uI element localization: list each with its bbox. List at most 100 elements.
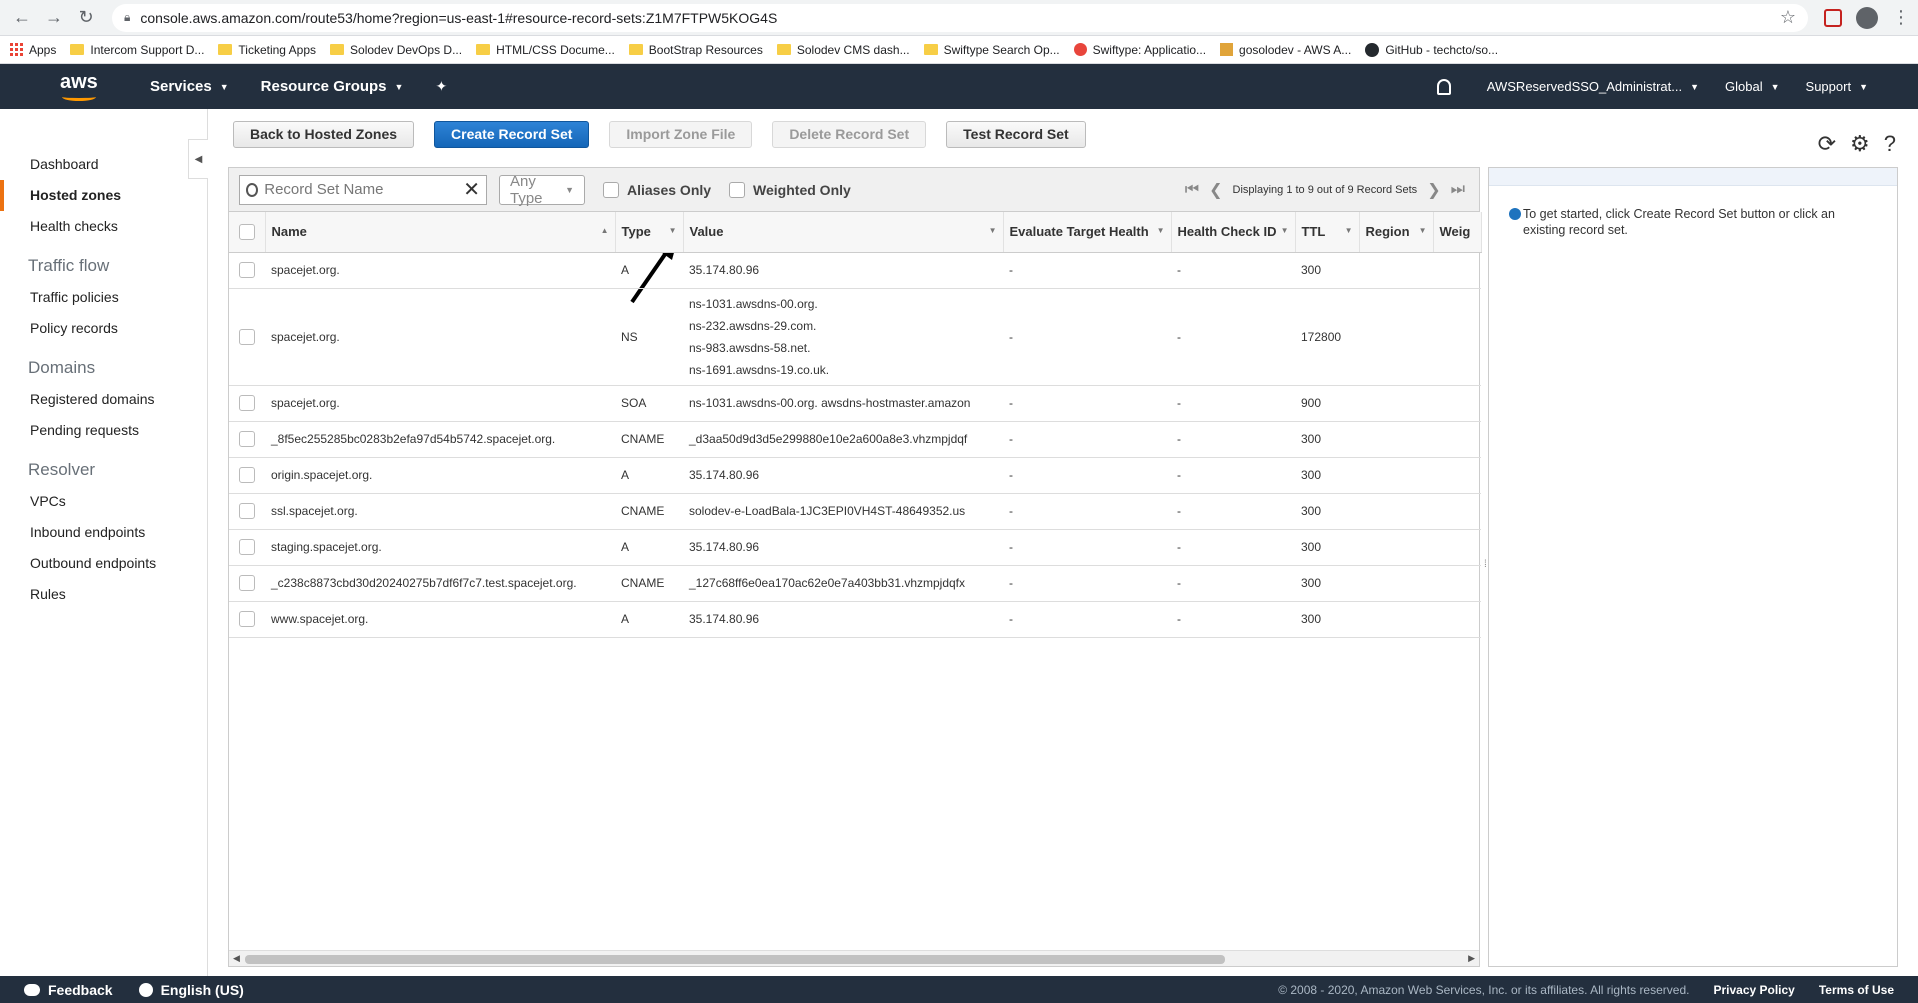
sidebar-item-dashboard[interactable]: Dashboard <box>0 149 207 180</box>
table-row[interactable]: _8f5ec255285bc0283b2efa97d54b5742.spacej… <box>229 421 1481 458</box>
bell-icon[interactable] <box>1436 78 1451 95</box>
sidebar-item-inbound-endpoints[interactable]: Inbound endpoints <box>0 517 207 548</box>
support-menu[interactable]: Support ▼ <box>1806 79 1868 94</box>
type-filter-select[interactable]: Any Type ▼ <box>499 173 585 207</box>
table-row[interactable]: _c238c8873cbd30d20240275b7df6f7c7.test.s… <box>229 565 1481 602</box>
table-row[interactable]: spacejet.org. NS ns-1031.awsdns-00.org. … <box>229 288 1481 386</box>
aws-logo[interactable]: aws <box>58 71 118 103</box>
column-header-weight[interactable]: Weig <box>1433 212 1482 253</box>
sidebar-item-vpcs[interactable]: VPCs <box>0 486 207 517</box>
column-header-health-check-id[interactable]: Health Check ID ▼ <box>1171 212 1296 253</box>
bookmark-item[interactable]: Ticketing Apps <box>218 43 316 57</box>
forward-arrow-icon[interactable]: → <box>40 4 68 32</box>
close-icon[interactable]: ✕ <box>463 177 480 202</box>
sidebar-item-hosted-zones[interactable]: Hosted zones <box>0 180 207 211</box>
aliases-only-checkbox[interactable]: Aliases Only <box>603 181 711 198</box>
address-bar[interactable]: 🔒︎ console.aws.amazon.com/route53/home?r… <box>112 3 1808 32</box>
sidebar-item-registered-domains[interactable]: Registered domains <box>0 384 207 415</box>
record-health-check-id: - <box>1171 252 1295 289</box>
checkbox[interactable] <box>239 395 255 411</box>
record-weight <box>1433 421 1481 458</box>
bookmark-item[interactable]: GitHub - techcto/so... <box>1365 42 1498 57</box>
account-menu[interactable]: AWSReservedSSO_Administrat... ▼ <box>1487 79 1699 94</box>
column-header-value[interactable]: Value ▼ <box>683 212 1004 253</box>
caret-down-icon: ▼ <box>1156 226 1165 236</box>
back-arrow-icon[interactable]: ← <box>8 4 36 32</box>
checkbox[interactable] <box>239 539 255 555</box>
checkbox[interactable] <box>603 181 619 198</box>
checkbox[interactable] <box>239 467 255 483</box>
feedback-link[interactable]: Feedback <box>24 982 113 998</box>
collapse-sidebar-icon[interactable]: ◀ <box>188 139 208 179</box>
bookmark-item[interactable]: Intercom Support D... <box>70 43 204 57</box>
column-header-evaluate-target-health[interactable]: Evaluate Target Health ▼ <box>1003 212 1172 253</box>
bookmark-item[interactable]: Swiftype: Applicatio... <box>1073 43 1206 57</box>
table-row[interactable]: origin.spacejet.org. A 35.174.80.96 - - … <box>229 457 1481 494</box>
table-row[interactable]: spacejet.org. SOA ns-1031.awsdns-00.org.… <box>229 385 1481 422</box>
delete-record-set-button[interactable]: Delete Record Set <box>772 120 927 148</box>
import-zone-file-button[interactable]: Import Zone File <box>609 120 753 148</box>
column-header-region[interactable]: Region ▼ <box>1359 212 1434 253</box>
first-page-icon[interactable]: ⏮ <box>1185 181 1199 199</box>
column-header-type[interactable]: Type ▼ <box>615 212 684 253</box>
column-header-name[interactable]: Name ▲ <box>265 212 616 253</box>
record-set-name-input[interactable] <box>264 181 464 198</box>
prev-page-icon[interactable]: ❮ <box>1209 180 1222 200</box>
record-weight <box>1433 493 1481 530</box>
sidebar-item-traffic-policies[interactable]: Traffic policies <box>0 282 207 313</box>
region-menu[interactable]: Global ▼ <box>1725 79 1780 94</box>
weighted-only-checkbox[interactable]: Weighted Only <box>729 181 851 198</box>
bookmark-star-icon[interactable]: ☆ <box>1780 7 1796 28</box>
sidebar-item-rules[interactable]: Rules <box>0 579 207 610</box>
last-page-icon[interactable]: ⏭ <box>1451 181 1465 199</box>
table-row[interactable]: spacejet.org. A 35.174.80.96 - - 300 <box>229 252 1481 289</box>
back-to-hosted-zones-button[interactable]: Back to Hosted Zones <box>233 120 415 148</box>
refresh-icon[interactable]: ⟳ <box>1818 131 1836 157</box>
checkbox[interactable] <box>239 262 255 278</box>
sidebar-item-policy-records[interactable]: Policy records <box>0 313 207 344</box>
resource-groups-menu[interactable]: Resource Groups ▼ <box>261 78 404 95</box>
scroll-right-icon[interactable]: ▶ <box>1468 953 1475 964</box>
scrollbar-thumb[interactable] <box>245 955 1225 964</box>
bookmark-item[interactable]: Swiftype Search Op... <box>923 43 1060 57</box>
bookmark-item[interactable]: gosolodev - AWS A... <box>1220 43 1351 57</box>
bookmark-apps[interactable]: Apps <box>10 43 56 57</box>
privacy-policy-link[interactable]: Privacy Policy <box>1713 983 1794 997</box>
language-selector[interactable]: English (US) <box>138 982 244 998</box>
help-icon[interactable]: ? <box>1884 131 1896 157</box>
sidebar-item-pending-requests[interactable]: Pending requests <box>0 415 207 446</box>
checkbox[interactable] <box>239 503 255 519</box>
record-detail-panel: To get started, click Create Record Set … <box>1488 167 1898 967</box>
table-row[interactable]: staging.spacejet.org. A 35.174.80.96 - -… <box>229 529 1481 566</box>
bookmark-item[interactable]: Solodev DevOps D... <box>330 43 462 57</box>
pin-icon[interactable]: ✦ <box>435 78 447 95</box>
column-header-ttl[interactable]: TTL ▼ <box>1295 212 1360 253</box>
checkbox[interactable] <box>729 181 746 198</box>
bookmark-item[interactable]: BootStrap Resources <box>628 43 763 57</box>
bookmark-item[interactable]: HTML/CSS Docume... <box>476 43 615 57</box>
checkbox[interactable] <box>239 328 255 345</box>
reload-icon[interactable]: ↻ <box>72 4 100 32</box>
horizontal-scrollbar[interactable]: ◀ ▶ <box>229 950 1479 966</box>
sidebar-item-health-checks[interactable]: Health checks <box>0 211 207 242</box>
create-record-set-button[interactable]: Create Record Set <box>434 120 590 148</box>
scroll-left-icon[interactable]: ◀ <box>233 953 240 964</box>
table-row[interactable]: ssl.spacejet.org. CNAME solodev-e-LoadBa… <box>229 493 1481 530</box>
gear-icon[interactable]: ⚙ <box>1850 131 1870 157</box>
terms-of-use-link[interactable]: Terms of Use <box>1819 983 1894 997</box>
services-menu[interactable]: Services ▼ <box>150 78 229 95</box>
next-page-icon[interactable]: ❯ <box>1427 180 1440 200</box>
test-record-set-button[interactable]: Test Record Set <box>946 120 1086 148</box>
select-all-header[interactable] <box>229 212 266 253</box>
bookmark-item[interactable]: Solodev CMS dash... <box>776 43 910 57</box>
checkbox[interactable] <box>239 431 255 447</box>
extension-icon[interactable] <box>1824 8 1842 27</box>
checkbox[interactable] <box>239 223 255 240</box>
table-row[interactable]: www.spacejet.org. A 35.174.80.96 - - 300 <box>229 601 1481 638</box>
profile-avatar-icon[interactable] <box>1856 6 1878 29</box>
checkbox[interactable] <box>239 611 255 627</box>
checkbox[interactable] <box>239 575 255 591</box>
sidebar-item-outbound-endpoints[interactable]: Outbound endpoints <box>0 548 207 579</box>
browser-menu-icon[interactable]: ⋮ <box>1892 7 1910 28</box>
panel-splitter-handle[interactable]: ⁞ <box>1484 559 1487 570</box>
